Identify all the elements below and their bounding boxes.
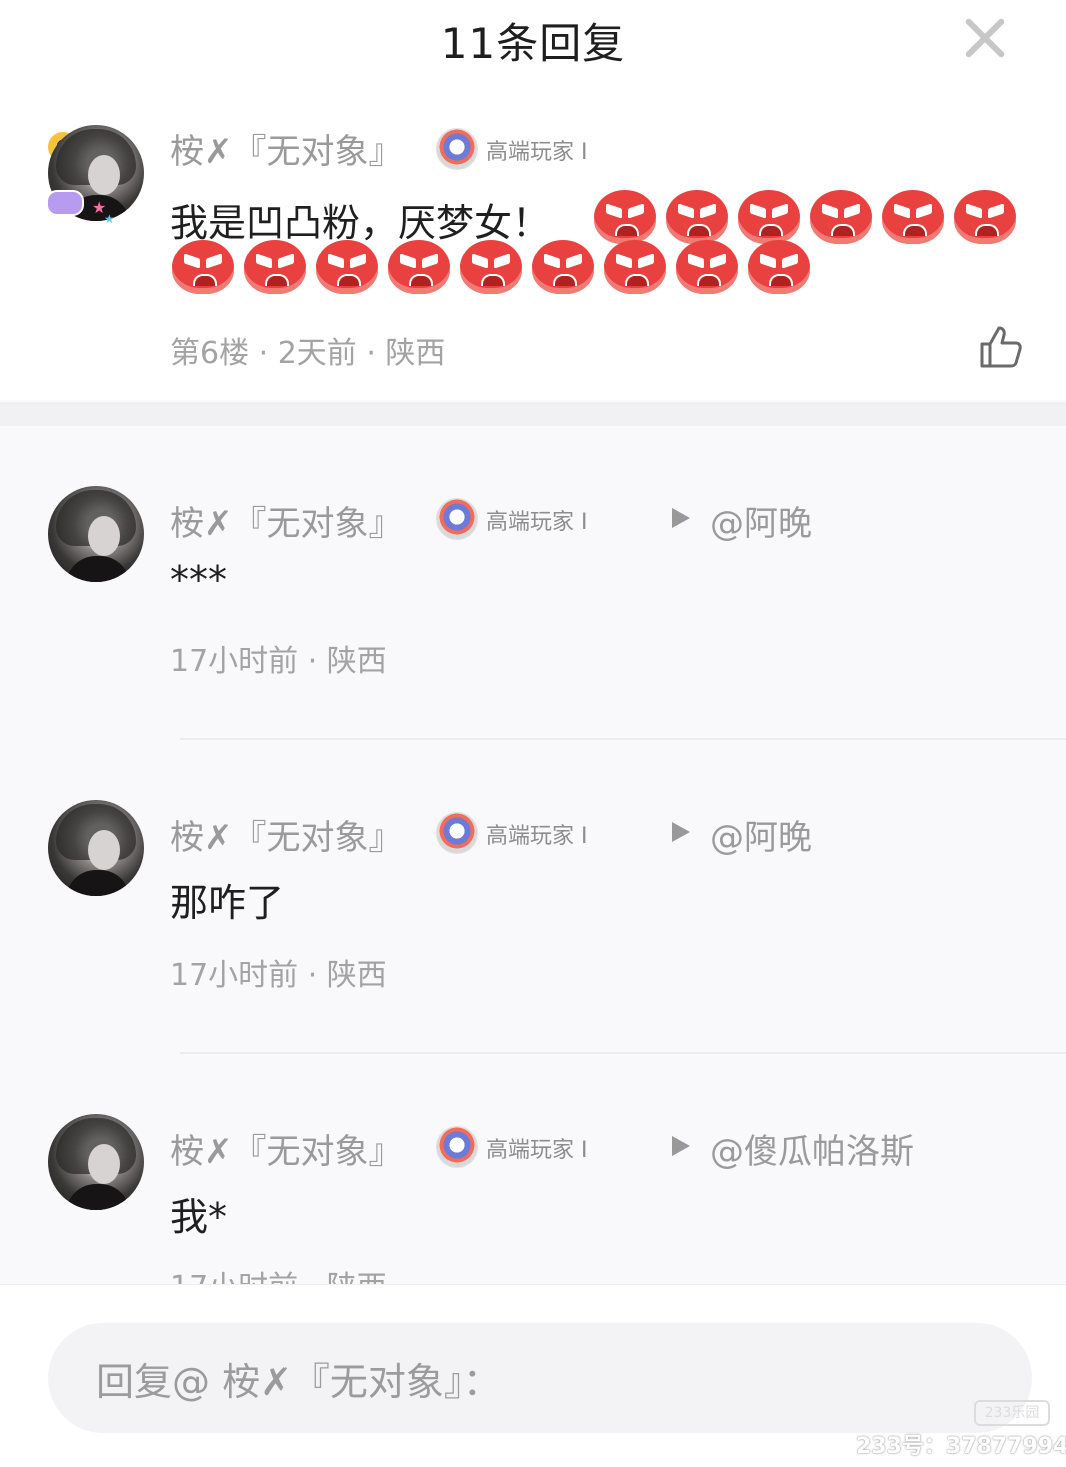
star-decoration-icon: ★ bbox=[104, 212, 115, 226]
comment-text: 我* bbox=[170, 1195, 228, 1239]
player-badge-icon bbox=[436, 128, 478, 170]
thumbs-up-icon[interactable] bbox=[978, 324, 1024, 370]
row-divider bbox=[180, 738, 1066, 740]
badge-label: 高端玩家 I bbox=[486, 510, 588, 535]
main-comment-section: 11条回复 😎 ★ ★ 桉✗『无对象』 高端玩家 I 我是凹凸粉，厌梦女！ 第6… bbox=[0, 0, 1066, 400]
user-name[interactable]: 桉✗『无对象』 bbox=[170, 810, 403, 859]
comment-meta: 17小时前 · 陕西 bbox=[170, 1262, 387, 1284]
badge-label: 高端玩家 I bbox=[486, 140, 588, 165]
avatar[interactable] bbox=[48, 486, 144, 582]
comment-meta: 17小时前 · 陕西 bbox=[170, 644, 387, 679]
angry-emoji-icon bbox=[738, 190, 800, 244]
angry-emoji-icon bbox=[460, 240, 522, 294]
angry-emoji-icon bbox=[604, 240, 666, 294]
reply-arrow-icon bbox=[672, 822, 690, 842]
reply-arrow-icon bbox=[672, 508, 690, 528]
angry-emoji-icon bbox=[954, 190, 1016, 244]
angry-emoji-icon bbox=[316, 240, 378, 294]
page-title: 11条回复 bbox=[440, 19, 626, 68]
watermark-id: 233号：378779941 bbox=[856, 1434, 1066, 1459]
user-name[interactable]: 桉✗『无对象』 bbox=[170, 124, 403, 173]
comment-meta: 17小时前 · 陕西 bbox=[170, 958, 387, 993]
player-badge-icon bbox=[436, 498, 478, 540]
reply-mention[interactable]: @阿晚 bbox=[710, 496, 812, 545]
comment-text: *** bbox=[170, 558, 227, 602]
avatar[interactable] bbox=[48, 1114, 144, 1210]
angry-emoji-icon bbox=[748, 240, 810, 294]
angry-emoji-icon bbox=[666, 190, 728, 244]
reply-mention[interactable]: @傻瓜帕洛斯 bbox=[710, 1124, 914, 1173]
badge-label: 高端玩家 I bbox=[486, 1138, 588, 1163]
comment-sheet: 11条回复 😎 ★ ★ 桉✗『无对象』 高端玩家 I 我是凹凸粉，厌梦女！ 第6… bbox=[0, 0, 1066, 1284]
angry-emoji-icon bbox=[172, 240, 234, 294]
close-icon[interactable] bbox=[956, 10, 1012, 66]
avatar[interactable] bbox=[48, 800, 144, 896]
candy-decoration-icon bbox=[46, 190, 84, 216]
player-badge-icon bbox=[436, 812, 478, 854]
angry-emoji-icon bbox=[388, 240, 450, 294]
row-divider bbox=[180, 1052, 1066, 1054]
reply-arrow-icon bbox=[672, 1136, 690, 1156]
badge-label: 高端玩家 I bbox=[486, 824, 588, 849]
comment-meta: 第6楼 · 2天前 · 陕西 bbox=[170, 336, 446, 371]
user-name[interactable]: 桉✗『无对象』 bbox=[170, 1124, 403, 1173]
angry-emoji-icon bbox=[810, 190, 872, 244]
reply-input[interactable]: 回复@ 桉✗『无对象』： bbox=[48, 1323, 1032, 1433]
comment-text: 我是凹凸粉，厌梦女！ bbox=[170, 201, 551, 245]
comment-text: 那咋了 bbox=[170, 881, 285, 925]
angry-emoji-icon bbox=[244, 240, 306, 294]
reply-mention[interactable]: @阿晚 bbox=[710, 810, 812, 859]
angry-emoji-icon bbox=[882, 190, 944, 244]
player-badge-icon bbox=[436, 1126, 478, 1168]
section-divider bbox=[0, 402, 1066, 426]
angry-emoji-icon bbox=[594, 190, 656, 244]
angry-emoji-icon bbox=[532, 240, 594, 294]
user-name[interactable]: 桉✗『无对象』 bbox=[170, 496, 403, 545]
angry-emoji-icon bbox=[676, 240, 738, 294]
watermark-logo: 233乐园 bbox=[974, 1400, 1050, 1426]
reply-placeholder: 回复@ 桉✗『无对象』： bbox=[96, 1359, 501, 1404]
